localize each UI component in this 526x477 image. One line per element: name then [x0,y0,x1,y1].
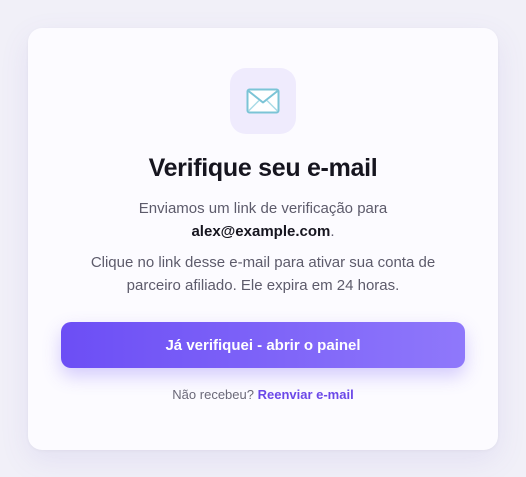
envelope-icon-badge [230,68,296,134]
instructions-text: Clique no link desse e-mail para ativar … [90,254,436,294]
resend-prompt: Não recebeu? [172,387,254,402]
email-address: alex@example.com [191,223,331,240]
page-title: Verifique seu e-mail [148,154,378,182]
open-dashboard-button[interactable]: Já verifiquei - abrir o painel [61,322,465,368]
sent-notice-text: Enviamos um link de verificação para [138,200,388,217]
verification-card: Verifique seu e-mail Enviamos um link de… [28,28,498,450]
email-suffix: . [330,223,335,240]
envelope-icon [246,88,280,114]
page: Verifique seu e-mail Enviamos um link de… [0,0,526,477]
resend-row: Não recebeu? Reenviar e-mail [28,387,498,402]
resend-email-link[interactable]: Reenviar e-mail [258,387,354,402]
email-line: alex@example.com. [28,223,498,240]
